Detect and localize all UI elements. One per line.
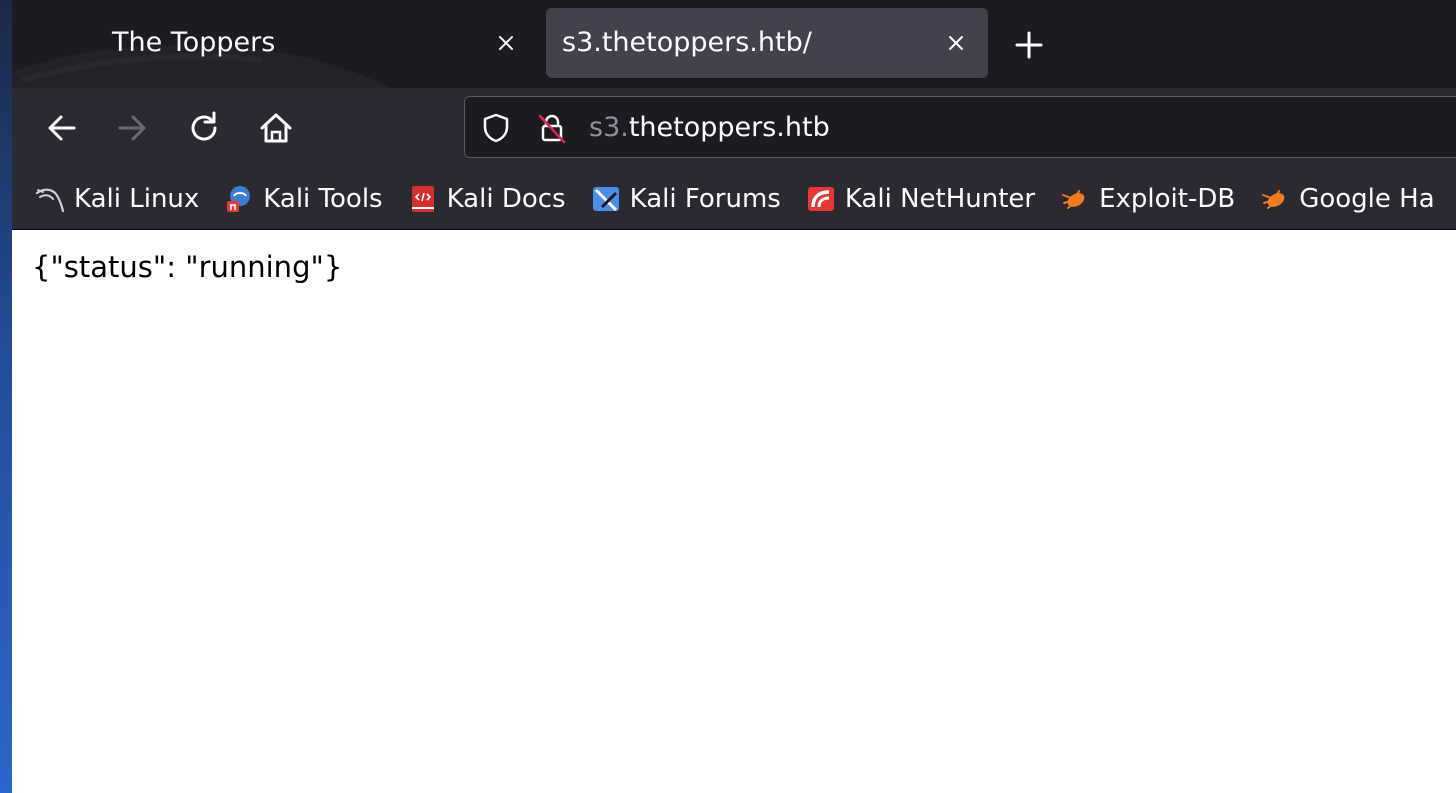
kali-dragon-icon [35, 188, 65, 212]
bookmark-kali-docs[interactable]: Kali Docs [407, 183, 566, 215]
tab-strip: The Toppers s3.thetoppers.htb/ [12, 0, 1456, 88]
home-button[interactable] [256, 108, 296, 148]
bookmark-google-hacking[interactable]: Google Ha [1259, 183, 1435, 215]
browser-window: The Toppers s3.thetoppers.htb/ s3.thetop… [12, 0, 1456, 793]
bookmark-label: Google Ha [1299, 183, 1435, 214]
bookmark-kali-forums[interactable]: Kali Forums [590, 183, 781, 215]
tab-s3-thetoppers[interactable]: s3.thetoppers.htb/ [546, 8, 988, 78]
desktop-background [0, 0, 12, 793]
bookmark-exploit-db[interactable]: Exploit-DB [1059, 183, 1235, 215]
url-text[interactable]: s3.thetoppers.htb [589, 97, 830, 159]
bookmark-label: Exploit-DB [1099, 183, 1236, 214]
url-domain: thetoppers.htb [628, 112, 830, 143]
bookmark-label: Kali Forums [629, 183, 781, 214]
back-button[interactable] [42, 108, 82, 148]
kali-nethunter-icon [807, 186, 834, 211]
bookmark-kali-tools[interactable]: Kali Tools [223, 183, 383, 215]
new-tab-button[interactable] [1008, 24, 1050, 66]
reload-button[interactable] [184, 108, 224, 148]
navigation-toolbar: s3.thetoppers.htb [12, 88, 1456, 168]
kali-tools-icon [227, 185, 251, 212]
bookmark-kali-nethunter[interactable]: Kali NetHunter [805, 183, 1035, 215]
kali-forums-icon [592, 186, 619, 211]
exploit-db-icon [1262, 189, 1285, 209]
bookmark-label: Kali Linux [74, 183, 200, 214]
close-icon[interactable] [942, 29, 970, 57]
insecure-lock-icon[interactable] [535, 111, 569, 145]
tab-title: s3.thetoppers.htb/ [562, 27, 812, 58]
bookmarks-toolbar: Kali Linux Kali Tools Kali Docs Kali For… [12, 168, 1456, 230]
kali-docs-icon [411, 185, 434, 212]
tab-the-toppers[interactable]: The Toppers [32, 8, 547, 78]
exploit-db-icon [1062, 189, 1085, 209]
bookmark-label: Kali Docs [446, 183, 566, 214]
tab-title: The Toppers [112, 27, 276, 58]
json-response-text: {"status": "running"} [32, 250, 343, 284]
bookmark-label: Kali Tools [263, 183, 383, 214]
page-content: {"status": "running"} [12, 230, 1456, 793]
url-bar[interactable]: s3.thetoppers.htb [464, 96, 1456, 158]
forward-button[interactable] [112, 108, 152, 148]
shield-icon[interactable] [479, 111, 513, 145]
close-icon[interactable] [492, 29, 520, 57]
bookmark-kali-linux[interactable]: Kali Linux [34, 183, 199, 215]
url-subdomain: s3. [589, 112, 629, 143]
bookmark-label: Kali NetHunter [844, 183, 1036, 214]
